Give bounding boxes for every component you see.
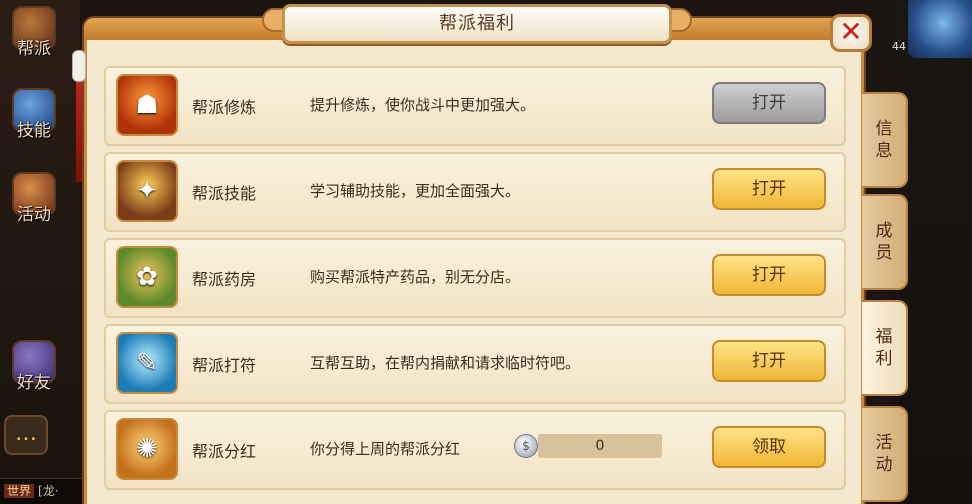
welfare-description: 提升修炼，使你战斗中更加强大。 [310, 96, 536, 114]
world-chat-tag: 世界 [4, 484, 35, 498]
welfare-row-talisman: ✎ 帮派打符 互帮互助，在帮内捐献和请求临时符吧。 打开 [104, 324, 846, 404]
panel-title: 帮派福利 [439, 13, 515, 34]
side-tabs: 信息 成员 福利 活动 [862, 92, 910, 504]
welfare-row-cultivate: ☗ 帮派修炼 提升修炼，使你战斗中更加强大。 打开 [104, 66, 846, 146]
talisman-open-button[interactable]: 打开 [712, 340, 826, 382]
welfare-name: 帮派分红 [192, 442, 257, 461]
hud-gang-button[interactable]: 帮派 [6, 6, 62, 68]
cultivate-icon: ☗ [116, 74, 178, 136]
tab-welfare-label: 福利 [875, 327, 893, 369]
dividend-icon: ✺ [116, 418, 178, 480]
welfare-description: 购买帮派特产药品，别无分店。 [310, 268, 521, 286]
welfare-name: 帮派药房 [192, 270, 257, 289]
talisman-icon: ✎ [116, 332, 178, 394]
hud-friends-label: 好友 [17, 373, 51, 393]
hud-activity-label: 活动 [17, 205, 51, 225]
welfare-description: 学习辅助技能，更加全面强大。 [310, 182, 521, 200]
panel-title-plaque: 帮派福利 [282, 4, 672, 44]
close-button[interactable]: ✕ [830, 14, 872, 52]
welfare-row-skill: ✦ 帮派技能 学习辅助技能，更加全面强大。 打开 [104, 152, 846, 232]
world-chat-strip[interactable]: 世界 [龙· [0, 478, 82, 504]
dividend-claim-button[interactable]: 领取 [712, 426, 826, 468]
hud-gang-label: 帮派 [17, 39, 51, 59]
welfare-description: 你分得上周的帮派分红 [310, 440, 461, 458]
tab-activity-label: 活动 [875, 433, 893, 475]
tab-info-label: 信息 [875, 119, 893, 161]
hud-activity-button[interactable]: 活动 [6, 172, 62, 234]
hud-friends-button[interactable]: 好友 [6, 340, 62, 402]
tab-welfare[interactable]: 福利 [862, 300, 908, 396]
cultivate-open-button[interactable]: 打开 [712, 82, 826, 124]
player-avatar[interactable] [908, 0, 972, 58]
close-icon: ✕ [839, 15, 863, 48]
silver-coin-icon: $ [514, 434, 538, 458]
welfare-name: 帮派技能 [192, 184, 257, 203]
skill-icon: ✦ [116, 160, 178, 222]
hud-skills-label: 技能 [17, 121, 51, 141]
hud-skills-button[interactable]: 技能 [6, 88, 62, 150]
welfare-row-dividend: ✺ 帮派分红 你分得上周的帮派分红 $ 0 领取 [104, 410, 846, 490]
left-hud: 帮派 技能 活动 好友 … 世界 [龙· [0, 0, 82, 504]
world-chat-text: [龙· [38, 484, 59, 498]
tab-info[interactable]: 信息 [862, 92, 908, 188]
welfare-description: 互帮互助，在帮内捐献和请求临时符吧。 [310, 354, 581, 372]
tab-members-label: 成员 [875, 221, 893, 263]
tab-members[interactable]: 成员 [862, 194, 908, 290]
welfare-name: 帮派修炼 [192, 98, 257, 117]
welfare-row-pharmacy: ✿ 帮派药房 购买帮派特产药品，别无分店。 打开 [104, 238, 846, 318]
player-level: 44 [892, 40, 906, 53]
tab-activity[interactable]: 活动 [862, 406, 908, 502]
tassel-ornament [72, 50, 86, 190]
dividend-value: 0 [538, 434, 662, 458]
pharmacy-icon: ✿ [116, 246, 178, 308]
welfare-list: ☗ 帮派修炼 提升修炼，使你战斗中更加强大。 打开 ✦ 帮派技能 学习辅助技能，… [104, 66, 846, 496]
pharmacy-open-button[interactable]: 打开 [712, 254, 826, 296]
chat-bubble-icon[interactable]: … [4, 415, 48, 455]
skill-open-button[interactable]: 打开 [712, 168, 826, 210]
welfare-name: 帮派打符 [192, 356, 257, 375]
